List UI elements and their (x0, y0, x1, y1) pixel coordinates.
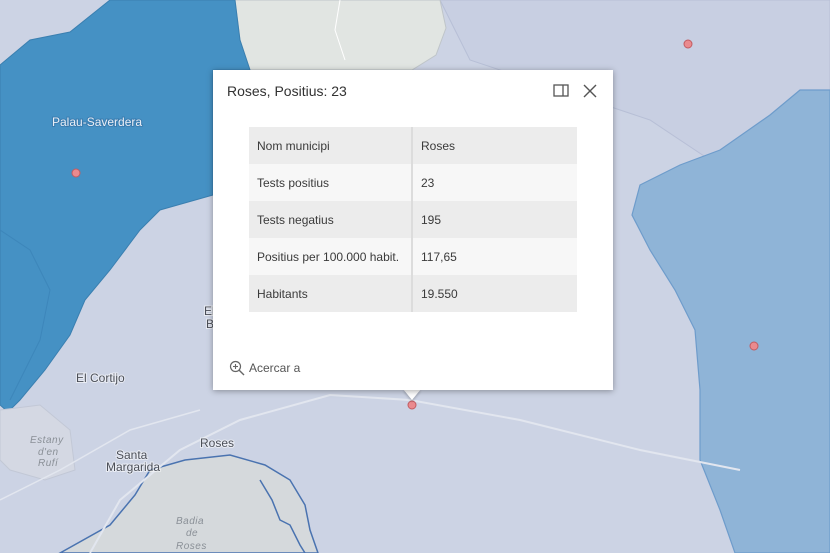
attribute-value: 23 (412, 164, 577, 201)
attribute-name: Tests positius (249, 164, 413, 201)
label-roses: Roses (200, 436, 234, 450)
attribute-value: 19.550 (412, 275, 577, 312)
table-row: Positius per 100.000 habit. 117,65 (249, 238, 577, 275)
table-row: Habitants 19.550 (249, 275, 577, 312)
label-de: de (186, 528, 198, 539)
attribute-value: 195 (412, 201, 577, 238)
table-row: Tests positius 23 (249, 164, 577, 201)
zoom-to-label: Acercar a (249, 361, 301, 375)
attribute-value: 117,65 (412, 238, 577, 275)
label-den: d'en (38, 447, 59, 458)
table-row: Tests negatius 195 (249, 201, 577, 238)
label-badia-roses: Roses (176, 541, 207, 552)
close-button[interactable] (580, 81, 600, 101)
popup-pointer (403, 389, 421, 400)
attribute-value: Roses (412, 127, 577, 164)
dock-button[interactable] (551, 81, 571, 101)
marker-east[interactable] (749, 341, 759, 351)
label-margarida: Margarida (106, 460, 160, 474)
marker-palau-saverdera[interactable] (71, 168, 81, 178)
zoom-to-button[interactable]: Acercar a (229, 360, 300, 376)
attribute-name: Positius per 100.000 habit. (249, 238, 413, 275)
label-badia: Badia (176, 516, 204, 527)
table-row: Nom municipi Roses (249, 127, 577, 164)
dock-side-icon (553, 84, 569, 97)
label-palau-saverdera: Palau-Saverdera (52, 115, 142, 129)
label-estany: Estany (30, 435, 64, 446)
label-el-cortijo: El Cortijo (76, 371, 125, 385)
popup-title: Roses, Positius: 23 (227, 83, 347, 99)
attribute-name: Tests negatius (249, 201, 413, 238)
land-patch-north (234, 0, 447, 71)
popup: Roses, Positius: 23 Nom municipi Roses T… (213, 70, 613, 390)
marker-north-east[interactable] (683, 39, 693, 49)
marker-roses[interactable] (407, 400, 417, 410)
close-icon (583, 84, 597, 98)
zoom-in-icon (229, 360, 245, 376)
attribute-name: Nom municipi (249, 127, 413, 164)
attribute-name: Habitants (249, 275, 413, 312)
attribute-table: Nom municipi Roses Tests positius 23 Tes… (249, 127, 577, 312)
label-rufi: Rufí (38, 458, 59, 469)
